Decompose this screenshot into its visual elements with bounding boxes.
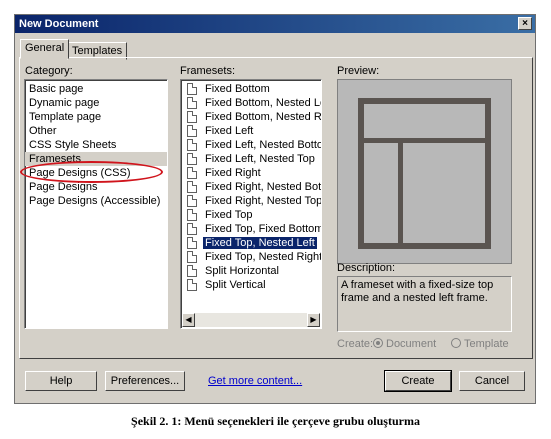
- description-box: A frameset with a fixed-size top frame a…: [337, 276, 512, 332]
- frameset-item[interactable]: Fixed Bottom, Nested Left: [181, 96, 321, 110]
- frameset-item[interactable]: Fixed Top, Nested Right: [181, 250, 321, 264]
- frameset-item-label: Fixed Top, Nested Right: [205, 251, 322, 263]
- category-list[interactable]: Basic page Dynamic page Template page Other…: [24, 79, 168, 329]
- create-button[interactable]: Create: [384, 370, 452, 392]
- category-item[interactable]: Basic page: [25, 82, 167, 96]
- frameset-item-label: Fixed Right: [205, 167, 261, 179]
- frameset-item-label: Fixed Top, Fixed Bottom: [205, 223, 322, 235]
- category-label: Category:: [25, 65, 73, 77]
- close-button[interactable]: ×: [518, 17, 532, 30]
- frameset-item-label: Fixed Right, Nested Top: [205, 195, 322, 207]
- document-icon: [187, 125, 197, 137]
- frameset-item[interactable]: Fixed Left: [181, 124, 321, 138]
- frameset-item[interactable]: Fixed Right: [181, 166, 321, 180]
- frameset-item[interactable]: Split Horizontal: [181, 264, 321, 278]
- tab-general[interactable]: General: [20, 39, 70, 59]
- frameset-item-label: Split Vertical: [205, 279, 266, 291]
- preview-label: Preview:: [337, 65, 380, 77]
- frameset-item-label: Fixed Top, Nested Left: [203, 237, 317, 249]
- cancel-button[interactable]: Cancel: [459, 371, 525, 391]
- category-item[interactable]: Other: [25, 124, 167, 138]
- frameset-item[interactable]: Fixed Right, Nested Top: [181, 194, 321, 208]
- frame-border: [358, 243, 491, 249]
- document-icon: [187, 153, 197, 165]
- document-icon: [187, 195, 197, 207]
- frame-border: [485, 98, 491, 249]
- document-icon: [187, 167, 197, 179]
- window-title: New Document: [19, 18, 99, 30]
- radio-unselected-icon: [451, 338, 461, 348]
- help-button[interactable]: Help: [25, 371, 97, 391]
- get-more-content-link[interactable]: Get more content...: [208, 375, 302, 387]
- framesets-list[interactable]: Fixed Bottom Fixed Bottom, Nested Left Fix…: [180, 79, 322, 329]
- frameset-item[interactable]: Fixed Top, Nested Left: [181, 236, 321, 250]
- frame-border: [358, 98, 364, 249]
- document-icon: [187, 265, 197, 277]
- frameset-preview: [337, 79, 512, 264]
- document-radio-label: Document: [386, 338, 437, 350]
- figure-caption: Şekil 2. 1: Menü seçenekleri ile çerçeve…: [131, 414, 420, 428]
- frameset-item-label: Fixed Left, Nested Bottom: [205, 139, 322, 151]
- frameset-item[interactable]: Fixed Bottom: [181, 82, 321, 96]
- frameset-layout-diagram: [358, 98, 491, 249]
- document-icon: [187, 97, 197, 109]
- document-radio: Document: [373, 338, 436, 350]
- frameset-item-label: Fixed Bottom, Nested Righ: [205, 111, 322, 123]
- frameset-item-label: Fixed Left, Nested Top: [205, 153, 315, 165]
- arrow-left-icon[interactable]: ◀: [182, 313, 195, 327]
- frameset-item[interactable]: Fixed Left, Nested Bottom: [181, 138, 321, 152]
- frame-border: [398, 138, 403, 249]
- frameset-item[interactable]: Fixed Top: [181, 208, 321, 222]
- radio-selected-icon: [373, 338, 383, 348]
- frameset-item-label: Split Horizontal: [205, 265, 279, 277]
- document-icon: [187, 251, 197, 263]
- highlight-annotation: [20, 161, 163, 183]
- template-radio-label: Template: [464, 338, 509, 350]
- document-icon: [187, 279, 197, 291]
- document-icon: [187, 83, 197, 95]
- frameset-item[interactable]: Fixed Top, Fixed Bottom: [181, 222, 321, 236]
- template-radio: Template: [451, 338, 509, 350]
- document-icon: [187, 237, 197, 249]
- description-label: Description:: [337, 262, 396, 274]
- document-icon: [187, 111, 197, 123]
- preferences-button[interactable]: Preferences...: [105, 371, 185, 391]
- arrow-right-icon[interactable]: ▶: [307, 313, 320, 327]
- category-item[interactable]: CSS Style Sheets: [25, 138, 167, 152]
- frame-border: [358, 138, 491, 143]
- frameset-item-label: Fixed Top: [205, 209, 253, 221]
- frameset-item-label: Fixed Bottom, Nested Left: [205, 97, 322, 109]
- document-icon: [187, 223, 197, 235]
- create-label: Create:: [337, 338, 374, 350]
- frameset-item-label: Fixed Bottom: [205, 83, 270, 95]
- frameset-item[interactable]: Fixed Right, Nested Bottor: [181, 180, 321, 194]
- document-icon: [187, 139, 197, 151]
- frame-border: [358, 98, 491, 104]
- frameset-item-label: Fixed Left: [205, 125, 254, 137]
- frameset-item[interactable]: Fixed Bottom, Nested Righ: [181, 110, 321, 124]
- category-item[interactable]: Page Designs (Accessible): [25, 194, 167, 208]
- category-item[interactable]: Dynamic page: [25, 96, 167, 110]
- frameset-item-label: Fixed Right, Nested Bottor: [205, 181, 322, 193]
- horizontal-scrollbar[interactable]: ◀ ▶: [182, 313, 320, 327]
- new-document-dialog: New Document × General Templates Categor…: [14, 14, 536, 404]
- title-bar: New Document ×: [15, 15, 535, 33]
- frameset-item[interactable]: Split Vertical: [181, 278, 321, 292]
- category-item[interactable]: Template page: [25, 110, 167, 124]
- document-icon: [187, 181, 197, 193]
- frameset-item[interactable]: Fixed Left, Nested Top: [181, 152, 321, 166]
- document-icon: [187, 209, 197, 221]
- framesets-label: Framesets:: [180, 65, 236, 77]
